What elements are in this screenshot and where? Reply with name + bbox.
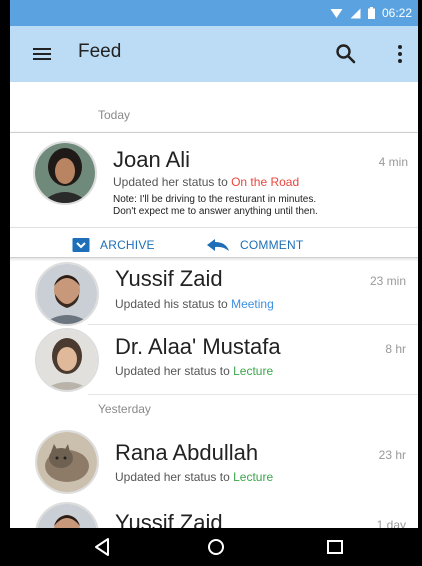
status-icons: 06:22 bbox=[330, 4, 412, 22]
phone-screen: 06:22 Feed Today Joan Ali 4 min Updated … bbox=[10, 0, 418, 566]
section-header-yesterday: Yesterday bbox=[98, 402, 151, 416]
list-item[interactable]: Rana Abdullah 23 hr Updated her status t… bbox=[10, 426, 418, 496]
feed-time: 23 hr bbox=[378, 448, 406, 462]
note-line: Note: I'll be driving to the resturant i… bbox=[113, 194, 317, 205]
feed-name: Yussif Zaid bbox=[115, 266, 223, 291]
avatar-image bbox=[37, 504, 97, 528]
comment-button[interactable]: COMMENT bbox=[206, 236, 303, 254]
status-prefix: Updated her status to bbox=[115, 364, 230, 378]
app-bar: Feed bbox=[10, 26, 418, 82]
home-icon[interactable] bbox=[203, 534, 229, 560]
feed-name: Rana Abdullah bbox=[115, 440, 259, 465]
avatar-image bbox=[37, 432, 97, 492]
list-item[interactable]: Dr. Alaa' Mustafa 8 hr Updated her statu… bbox=[10, 326, 418, 396]
divider bbox=[88, 394, 418, 395]
search-icon[interactable] bbox=[332, 40, 360, 68]
comment-label: COMMENT bbox=[240, 238, 304, 252]
note-line: Don't expect me to answer anything until… bbox=[113, 206, 318, 217]
feed-name: Yussif Zaid bbox=[115, 510, 223, 528]
recents-icon[interactable] bbox=[322, 534, 348, 560]
feed-name: Joan Ali bbox=[113, 147, 191, 172]
avatar-image bbox=[37, 330, 97, 390]
status-value: Lecture bbox=[233, 364, 274, 378]
feed-name: Dr. Alaa' Mustafa bbox=[115, 334, 281, 359]
navigation-bar bbox=[0, 528, 422, 566]
feed-list[interactable]: Today Joan Ali 4 min Updated her status … bbox=[10, 82, 418, 528]
feed-status: Updated her status to Lecture bbox=[115, 364, 273, 378]
feed-time: 8 hr bbox=[385, 342, 406, 356]
feed-status: Updated his status to Meeting bbox=[115, 297, 274, 311]
archive-icon bbox=[72, 238, 90, 252]
status-time: 06:22 bbox=[381, 6, 412, 20]
avatar-image bbox=[37, 264, 97, 324]
status-note: Note: I'll be driving to the resturant i… bbox=[113, 194, 413, 218]
page-title: Feed bbox=[78, 41, 122, 62]
menu-icon[interactable] bbox=[30, 44, 54, 64]
device-frame: 06:22 Feed Today Joan Ali 4 min Updated … bbox=[0, 0, 422, 566]
expanded-feed-card[interactable]: Joan Ali 4 min Updated her status to On … bbox=[10, 132, 418, 258]
back-icon[interactable] bbox=[90, 534, 116, 560]
archive-label: ARCHIVE bbox=[100, 238, 155, 252]
status-prefix: Updated his status to bbox=[115, 297, 228, 311]
reply-icon bbox=[207, 239, 229, 251]
status-prefix: Updated her status to bbox=[115, 470, 230, 484]
feed-status: Updated her status to On the Road bbox=[113, 175, 299, 189]
status-value: Meeting bbox=[231, 297, 274, 311]
list-item[interactable]: Yussif Zaid 1 day bbox=[10, 498, 418, 528]
feed-status: Updated her status to Lecture bbox=[115, 470, 273, 484]
divider bbox=[88, 324, 418, 325]
avatar[interactable] bbox=[35, 502, 99, 528]
archive-button[interactable]: ARCHIVE bbox=[72, 236, 155, 254]
avatar[interactable] bbox=[35, 430, 99, 494]
more-options-icon[interactable] bbox=[390, 40, 410, 68]
avatar[interactable] bbox=[33, 141, 97, 205]
feed-time: 23 min bbox=[369, 274, 406, 288]
status-bar: 06:22 bbox=[10, 0, 418, 26]
list-item[interactable]: Yussif Zaid 23 min Updated his status to… bbox=[10, 260, 418, 330]
feed-time: 1 day bbox=[376, 518, 406, 528]
status-value: Lecture bbox=[233, 470, 274, 484]
avatar[interactable] bbox=[35, 262, 99, 326]
status-value: On the Road bbox=[231, 175, 300, 189]
wifi-icon bbox=[330, 8, 343, 18]
battery-icon bbox=[367, 7, 375, 19]
section-header-today: Today bbox=[98, 108, 131, 122]
status-prefix: Updated her status to bbox=[113, 175, 228, 189]
avatar-image bbox=[35, 143, 95, 203]
card-divider bbox=[10, 227, 418, 228]
avatar[interactable] bbox=[35, 328, 99, 392]
signal-icon bbox=[350, 8, 361, 18]
feed-time: 4 min bbox=[378, 155, 408, 169]
